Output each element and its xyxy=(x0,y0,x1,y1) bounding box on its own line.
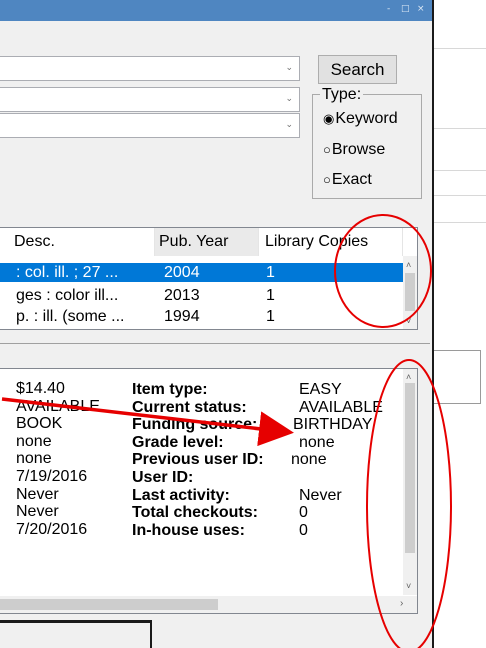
annotation-circle xyxy=(366,359,452,648)
annotation-arrow xyxy=(1,397,294,447)
annotation-circle xyxy=(334,214,432,328)
annotation-overlay xyxy=(1,214,452,648)
